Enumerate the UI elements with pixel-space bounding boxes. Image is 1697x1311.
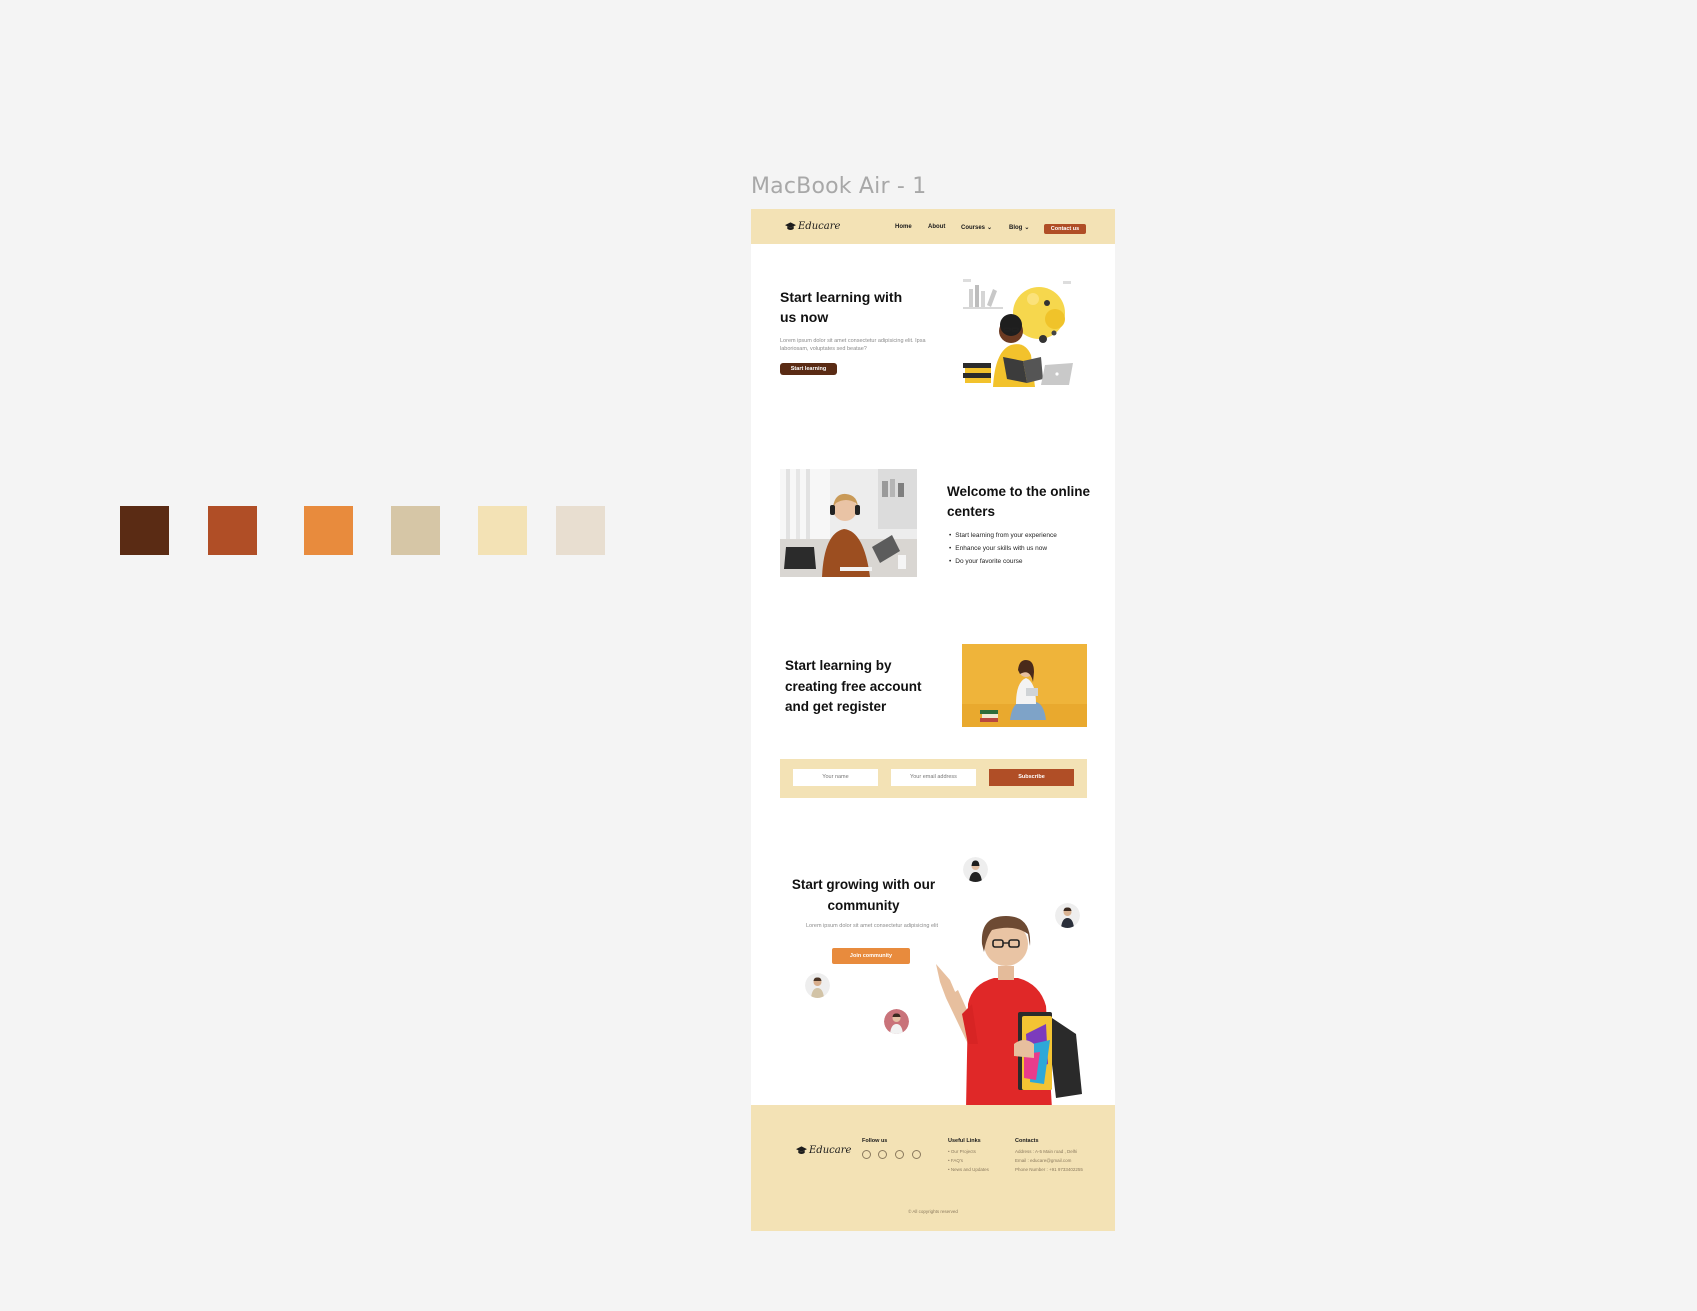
subscribe-bar: Your name Your email address Subscribe: [780, 759, 1087, 798]
hero-illustration: [963, 279, 1073, 387]
nav-about[interactable]: About: [928, 224, 945, 230]
contact-us-button[interactable]: Contact us: [1044, 224, 1086, 234]
avatar: [963, 857, 988, 882]
palette-swatch-beige: [556, 506, 605, 555]
contact-phone: Phone Number : +91 9733402255: [1015, 1167, 1083, 1172]
navbar: Educare Home About Courses ⌄ Blog ⌄ Contac…: [751, 209, 1115, 244]
footer-link-label: FAQ's: [950, 1158, 963, 1163]
nav-courses[interactable]: Courses ⌄: [961, 224, 992, 231]
name-input[interactable]: Your name: [793, 769, 878, 786]
contact-address: Address : A-5 Main road , Delhi: [1015, 1149, 1078, 1154]
student-pointing-photo: [936, 916, 1082, 1109]
contact-email[interactable]: Email : educare@gmail.com: [1015, 1158, 1071, 1163]
footer-brand-name: Educare: [809, 1145, 852, 1156]
copyright-icon: ©: [908, 1209, 912, 1214]
hero-title: Start learning with us now: [780, 289, 903, 325]
youtube-icon[interactable]: [878, 1150, 887, 1159]
frame-label: MacBook Air - 1: [751, 174, 927, 199]
subscribe-button[interactable]: Subscribe: [989, 769, 1074, 786]
useful-links-heading: Useful Links: [948, 1138, 981, 1144]
nav-home[interactable]: Home: [895, 224, 912, 230]
chevron-down-icon: ⌄: [1024, 225, 1030, 231]
footer-brand-logo[interactable]: Educare: [796, 1145, 851, 1156]
start-learning-button[interactable]: Start learning: [780, 363, 837, 375]
hero-subtitle: Lorem ipsum dolor sit amet consectetur a…: [780, 338, 926, 352]
palette-swatch-orange: [304, 506, 353, 555]
footer-link-label: Our Projects: [950, 1149, 976, 1154]
list-item: Enhance your skills with us now: [949, 542, 1057, 555]
footer-link-news[interactable]: • News and Updates: [948, 1167, 989, 1172]
palette-swatch-dark-brown: [120, 506, 169, 555]
palette-swatch-rust: [208, 506, 257, 555]
nav-courses-label: Courses: [961, 225, 986, 231]
instagram-icon[interactable]: [912, 1150, 921, 1159]
footer-link-projects[interactable]: • Our Projects: [948, 1149, 976, 1154]
brand-name: Educare: [798, 221, 841, 232]
palette-swatch-tan: [391, 506, 440, 555]
brand-logo[interactable]: Educare: [785, 221, 840, 232]
footer-link-label: News and Updates: [950, 1167, 989, 1172]
follow-us-heading: Follow us: [862, 1138, 888, 1144]
nav-blog-label: Blog: [1009, 225, 1023, 231]
linkedin-icon[interactable]: [862, 1150, 871, 1159]
list-item: Do your favorite course: [949, 555, 1057, 568]
copyright-text: All copyrights reserved: [912, 1209, 958, 1214]
student-with-headphones-photo: [780, 469, 917, 577]
join-community-button[interactable]: Join community: [832, 948, 910, 964]
list-item: Start learning from your experience: [949, 529, 1057, 542]
contacts-heading: Contacts: [1015, 1138, 1039, 1144]
welcome-title: Welcome to the online centers: [947, 484, 1091, 519]
copyright: © All copyrights reserved: [751, 1209, 1115, 1214]
artboard-macbook-air: Educare Home About Courses ⌄ Blog ⌄ Contac…: [751, 209, 1115, 1231]
graduation-cap-icon: [796, 1145, 807, 1154]
footer-link-faq[interactable]: • FAQ's: [948, 1158, 963, 1163]
register-title: Start learning by creating free account …: [785, 658, 922, 714]
email-input[interactable]: Your email address: [891, 769, 976, 786]
graduation-cap-icon: [785, 221, 796, 230]
facebook-icon[interactable]: [895, 1150, 904, 1159]
welcome-bullet-list: Start learning from your experience Enha…: [949, 529, 1057, 568]
chevron-down-icon: ⌄: [987, 225, 993, 231]
footer: Educare Follow us Useful Links • Our Pro…: [751, 1105, 1115, 1231]
student-sitting-photo: [962, 644, 1087, 727]
nav-blog[interactable]: Blog ⌄: [1009, 224, 1029, 231]
avatar: [805, 973, 830, 998]
palette-swatch-cream: [478, 506, 527, 555]
